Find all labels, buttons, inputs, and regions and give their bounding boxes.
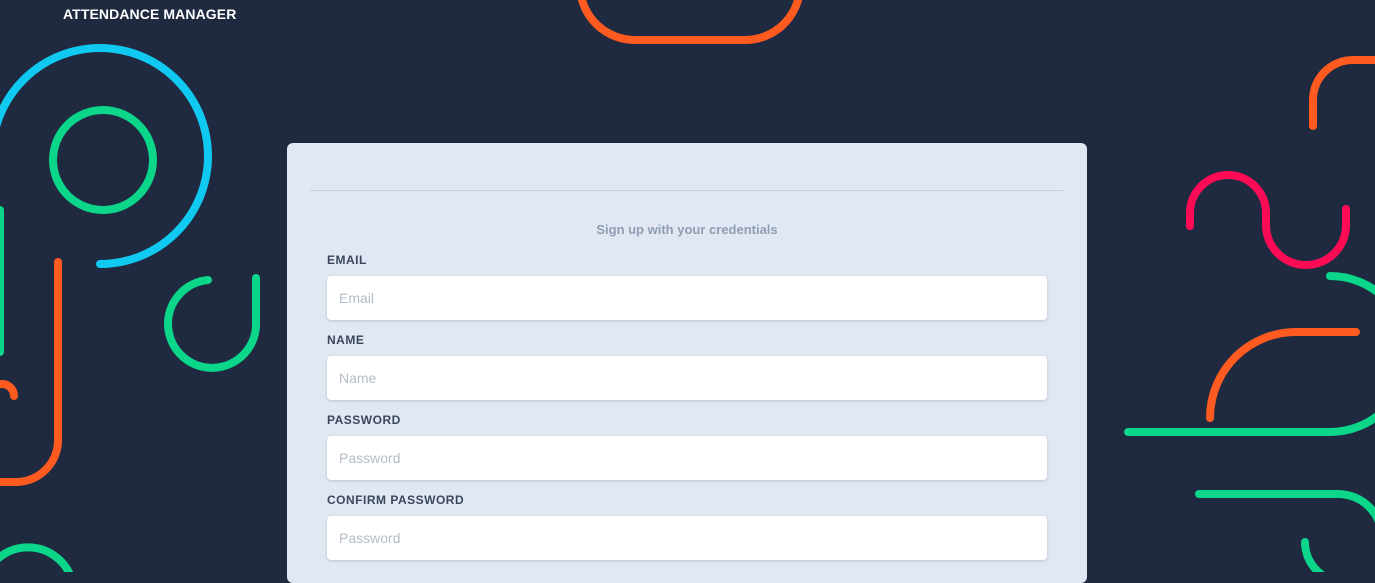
decor-green-arc-bottom [0,543,74,572]
confirm-password-field[interactable] [327,516,1047,560]
decor-orange-stub-left [0,380,18,400]
signup-subtitle: Sign up with your credentials [596,222,778,237]
decor-orange-arc-top [577,0,803,45]
password-field[interactable] [327,436,1047,480]
decor-green-hook-bottom-right [1301,538,1326,572]
decor-orange-hook-left [0,258,62,486]
email-field[interactable] [327,276,1047,320]
decor-pink-wave [1186,171,1350,269]
confirm-password-label: CONFIRM PASSWORD [327,493,465,507]
decor-orange-arc-right [1206,328,1360,422]
decor-green-hook [164,274,261,372]
decor-green-line-right [1195,490,1375,523]
decor-green-arc-right [1124,272,1375,436]
card-divider [310,190,1063,191]
signup-card: Sign up with your credentials EMAIL NAME… [287,143,1087,583]
password-label: PASSWORD [327,413,401,427]
decor-cyan-arc [0,44,212,268]
email-label: EMAIL [327,253,367,267]
name-field[interactable] [327,356,1047,400]
app-title: ATTENDANCE MANAGER [63,6,237,22]
decor-green-circle [49,106,157,214]
name-label: NAME [327,333,365,347]
decor-orange-arch-right [1309,56,1375,130]
